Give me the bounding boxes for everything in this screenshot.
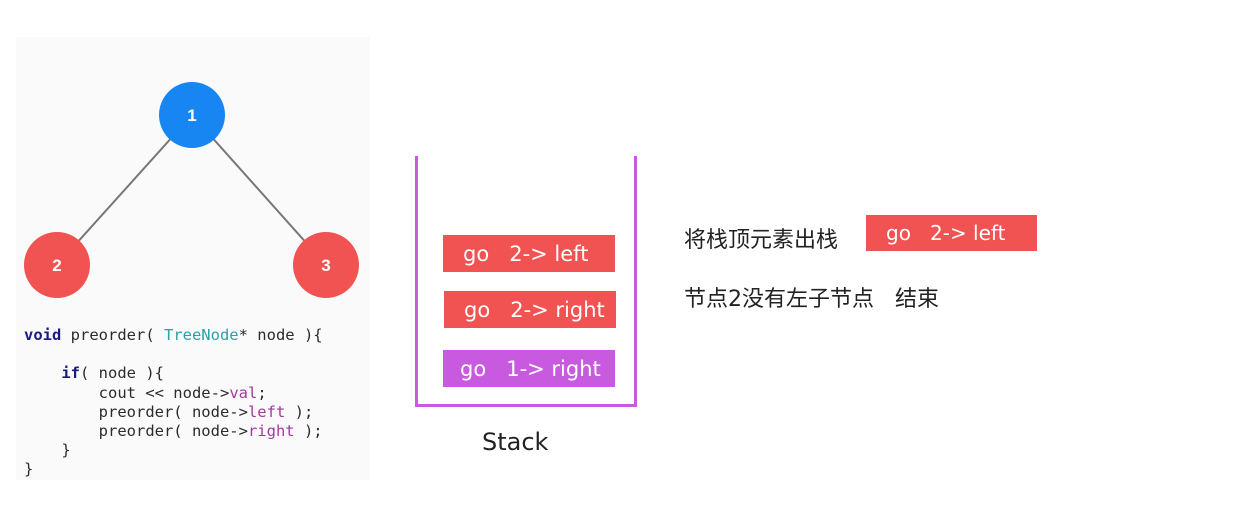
tree-node-1-label: 1 <box>187 106 196 125</box>
stack-frame-3: go 1-> right <box>443 350 615 387</box>
code-line-7: } <box>24 441 71 460</box>
stack-frame-1: go 2-> left <box>443 235 615 272</box>
stack-label: Stack <box>482 428 549 456</box>
tree-node-3: 3 <box>293 232 359 298</box>
popped-frame: go 2-> left <box>866 215 1037 251</box>
code-line-8: } <box>24 460 34 479</box>
code-line-4: cout << node->val; <box>24 383 267 402</box>
code-block: void preorder( TreeNode* node ){ if( nod… <box>24 326 323 480</box>
binary-tree: 1 2 3 <box>24 82 359 298</box>
stack-frame-2: go 2-> right <box>444 291 616 328</box>
code-line-1: void preorder( TreeNode* node ){ <box>24 326 323 344</box>
note-end: 节点2没有左子节点 结束 <box>684 287 939 312</box>
code-line-3: if( node ){ <box>61 364 164 383</box>
tree-node-2-label: 2 <box>52 256 61 275</box>
tree-node-2: 2 <box>24 232 90 298</box>
note-pop-top: 将栈顶元素出栈 <box>684 228 839 253</box>
tree-node-1: 1 <box>159 82 225 148</box>
code-line-5: preorder( node->left ); <box>24 402 314 421</box>
tree-node-3-label: 3 <box>321 256 330 275</box>
code-line-6: preorder( node->right ); <box>24 422 323 441</box>
